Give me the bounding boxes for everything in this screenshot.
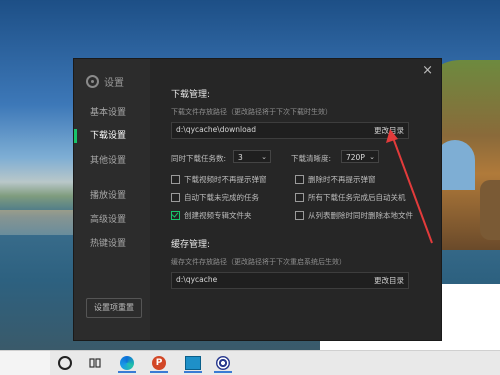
active-app-indicator [214,371,232,373]
option-label: 创建视频专辑文件夹 [184,211,252,220]
powerpoint-letter: P [152,356,166,370]
quality-value: 720P [346,153,365,162]
nav-item-advanced[interactable]: 高级设置 [74,211,150,229]
nav-item-download[interactable]: 下载设置 [74,127,150,145]
red-annotation-arrow [386,129,433,244]
cache-path-hint: 缓存文件存放路径（更改路径将于下次重启系统后生效） [171,258,346,266]
task-view-icon[interactable] [84,353,106,373]
checkbox-icon[interactable] [295,211,304,220]
download-path-value: d:\qycache\download [176,125,257,134]
arrow-shaft [391,134,433,244]
photos-icon[interactable] [182,353,204,373]
checkbox-icon[interactable] [171,175,180,184]
active-app-indicator [150,371,168,373]
settings-title: 设置 [86,74,124,89]
checkbox-icon[interactable] [171,193,180,202]
settings-sidebar: 设置 基本设置 下载设置 其他设置 播放设置 高级设置 热键设置 设置项重置 [74,59,150,340]
option-auto-resume[interactable]: 自动下载未完成的任务 [171,192,259,203]
checkbox-checked-icon[interactable] [171,211,180,220]
option-label: 自动下载未完成的任务 [184,193,259,202]
checkbox-icon[interactable] [295,193,304,202]
concurrent-tasks-value: 3 [238,153,243,162]
nav-item-hotkeys[interactable]: 热键设置 [74,235,150,253]
settings-title-text: 设置 [104,78,124,89]
download-path-hint: 下载文件存放路径（更改路径将于下次下载时生效） [171,108,332,116]
option-label: 下载视频时不再提示弹窗 [184,175,267,184]
cache-path-field[interactable]: d:\qycache 更改目录 [171,272,409,289]
nav-item-basic[interactable]: 基本设置 [74,104,150,122]
app-icon[interactable] [212,353,234,373]
option-label: 删除时不再提示弹窗 [308,175,376,184]
option-create-album-folder[interactable]: 创建视频专辑文件夹 [171,210,252,221]
option-no-delete-popup[interactable]: 删除时不再提示弹窗 [295,174,376,185]
powerpoint-icon[interactable]: P [148,353,170,373]
active-app-indicator [118,371,136,373]
download-section-title: 下载管理: [171,90,211,100]
chevron-down-icon: ⌄ [369,153,375,161]
active-app-indicator [184,371,202,373]
cache-path-value: d:\qycache [176,275,218,284]
search-circle-icon[interactable] [54,353,76,373]
cache-change-dir-button[interactable]: 更改目录 [374,275,404,286]
option-no-download-popup[interactable]: 下载视频时不再提示弹窗 [171,174,267,185]
quality-select[interactable]: 720P ⌄ [341,150,379,163]
edge-icon[interactable] [116,353,138,373]
concurrent-tasks-select[interactable]: 3 ⌄ [233,150,271,163]
concurrent-tasks-label: 同时下载任务数: [171,154,227,163]
quality-label: 下载清晰度: [291,154,332,163]
nav-item-playback[interactable]: 播放设置 [74,187,150,205]
nav-item-other[interactable]: 其他设置 [74,152,150,170]
taskbar-search-area[interactable] [0,351,50,375]
arrow-head [386,129,398,143]
chevron-down-icon: ⌄ [261,153,267,161]
download-path-field[interactable]: d:\qycache\download 更改目录 [171,122,409,139]
checkbox-icon[interactable] [295,175,304,184]
taskbar: P [0,350,500,375]
small-rock [480,180,500,240]
gear-icon [86,75,99,88]
reset-settings-button[interactable]: 设置项重置 [86,298,142,318]
cache-section-title: 缓存管理: [171,240,211,250]
